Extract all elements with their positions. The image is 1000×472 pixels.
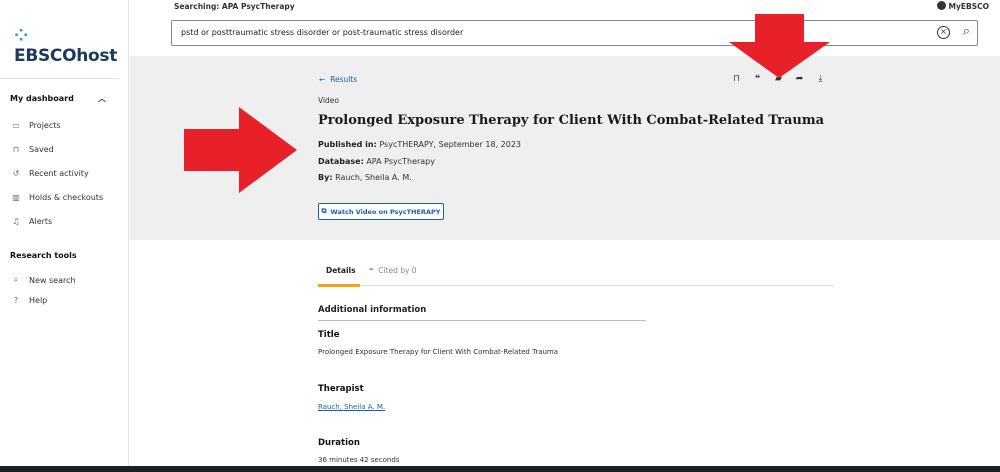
back-label: Results [330,75,358,84]
user-avatar-icon [936,1,946,10]
external-link-icon: ⧉ [321,207,327,215]
field-label-title: Title [318,330,340,340]
arrow-left-icon: ← [319,75,326,84]
watch-video-button[interactable]: ⧉ Watch Video on PsycTHERAPY [318,203,444,220]
myebsco-account-link[interactable]: MyEBSCO [936,1,989,11]
tab-cited-by[interactable]: ❝ Cited by 0 [369,266,417,275]
sidebar-item-saved[interactable]: ⊓ Saved [10,145,54,154]
sidebar-heading-label: My dashboard [10,94,74,103]
history-icon: ↺ [12,169,20,178]
searching-database-label: Searching: APA PsycTherapy [174,2,295,11]
sidebar-item-label: Projects [29,121,61,130]
app-page: { "app": { "logo": "EBSCOhost", "searchi… [0,0,1000,472]
sidebar-item-label: Alerts [29,217,53,226]
author-info: By: Rauch, Sheila A. M. [318,173,412,182]
back-to-results-link[interactable]: ← Results [319,75,357,84]
sidebar-item-help[interactable]: ? Help [10,296,47,305]
account-label: MyEBSCO [948,2,989,11]
sidebar-item-alerts[interactable]: ♫ Alerts [10,217,52,226]
database-label: Database: [318,157,364,166]
additional-info-heading: Additional information [318,305,427,315]
clear-search-icon[interactable]: × [937,26,950,39]
search-bar[interactable]: pstd or posttraumatic stress disorder or… [171,20,978,46]
by-value: Rauch, Sheila A. M. [335,173,412,182]
record-title: Prolonged Exposure Therapy for Client Wi… [318,113,825,128]
sidebar: ⁘EBSCOhost My dashboard ︿ ▭ Projects ⊓ S… [0,0,129,466]
sidebar-item-label: Help [29,296,48,305]
search-icon: ⌕ [13,275,19,284]
sidebar-heading-label: Research tools [10,251,77,260]
sidebar-heading-research-tools: Research tools [10,251,77,260]
books-icon: ▥ [12,193,20,202]
sidebar-item-holds-checkouts[interactable]: ▥ Holds & checkouts [10,193,103,202]
annotation-arrow-down [729,14,830,78]
tab-cited-label: Cited by 0 [378,266,417,275]
database-value: APA PsycTherapy [366,157,435,166]
sidebar-heading-dashboard[interactable]: My dashboard ︿ [10,94,106,103]
annotation-arrow-right [184,107,297,193]
sidebar-item-new-search[interactable]: ⌕ New search [10,275,76,285]
sidebar-item-recent-activity[interactable]: ↺ Recent activity [10,169,89,178]
ebsco-logo[interactable]: ⁘EBSCOhost [14,26,128,66]
sidebar-item-label: Saved [29,145,54,154]
watch-video-label: Watch Video on PsycTHERAPY [330,207,441,216]
tab-details[interactable]: Details [326,266,356,275]
sidebar-divider [0,78,119,79]
cite-icon: ❝ [369,266,374,275]
published-value: PsycTHERAPY, September 18, 2023 [379,140,522,149]
details-tabs: Details ❝ Cited by 0 [318,258,834,287]
help-icon: ? [13,296,19,305]
sidebar-item-label: Holds & checkouts [29,193,104,202]
chevron-up-icon[interactable]: ︿ [98,93,106,104]
os-taskbar [0,466,1000,472]
database-info: Database: APA PsycTherapy [318,157,435,166]
published-label: Published in: [318,140,377,149]
folder-icon: ▭ [12,121,20,130]
sidebar-item-label: Recent activity [29,169,89,178]
field-label-therapist: Therapist [318,384,364,394]
by-label: By: [318,173,333,182]
field-label-duration: Duration [318,438,360,448]
active-tab-indicator [318,284,360,287]
sidebar-item-label: New search [29,275,76,285]
logo-text: EBSCOhost [14,46,118,66]
field-value-title: Prolonged Exposure Therapy for Client Wi… [318,348,559,356]
bookmark-icon: ⊓ [12,145,20,154]
search-input[interactable]: pstd or posttraumatic stress disorder or… [181,28,463,37]
sidebar-item-projects[interactable]: ▭ Projects [10,121,61,130]
record-type: Video [318,96,340,105]
logo-mark-icon: ⁘ [14,26,28,46]
published-in: Published in: PsycTHERAPY, September 18,… [318,140,521,149]
field-value-duration: 36 minutes 42 seconds [318,456,400,464]
section-divider [318,320,646,321]
search-icon[interactable]: ⌕ [963,24,970,39]
bell-icon: ♫ [12,217,20,226]
therapist-link[interactable]: Rauch, Sheila A. M. [318,403,385,411]
